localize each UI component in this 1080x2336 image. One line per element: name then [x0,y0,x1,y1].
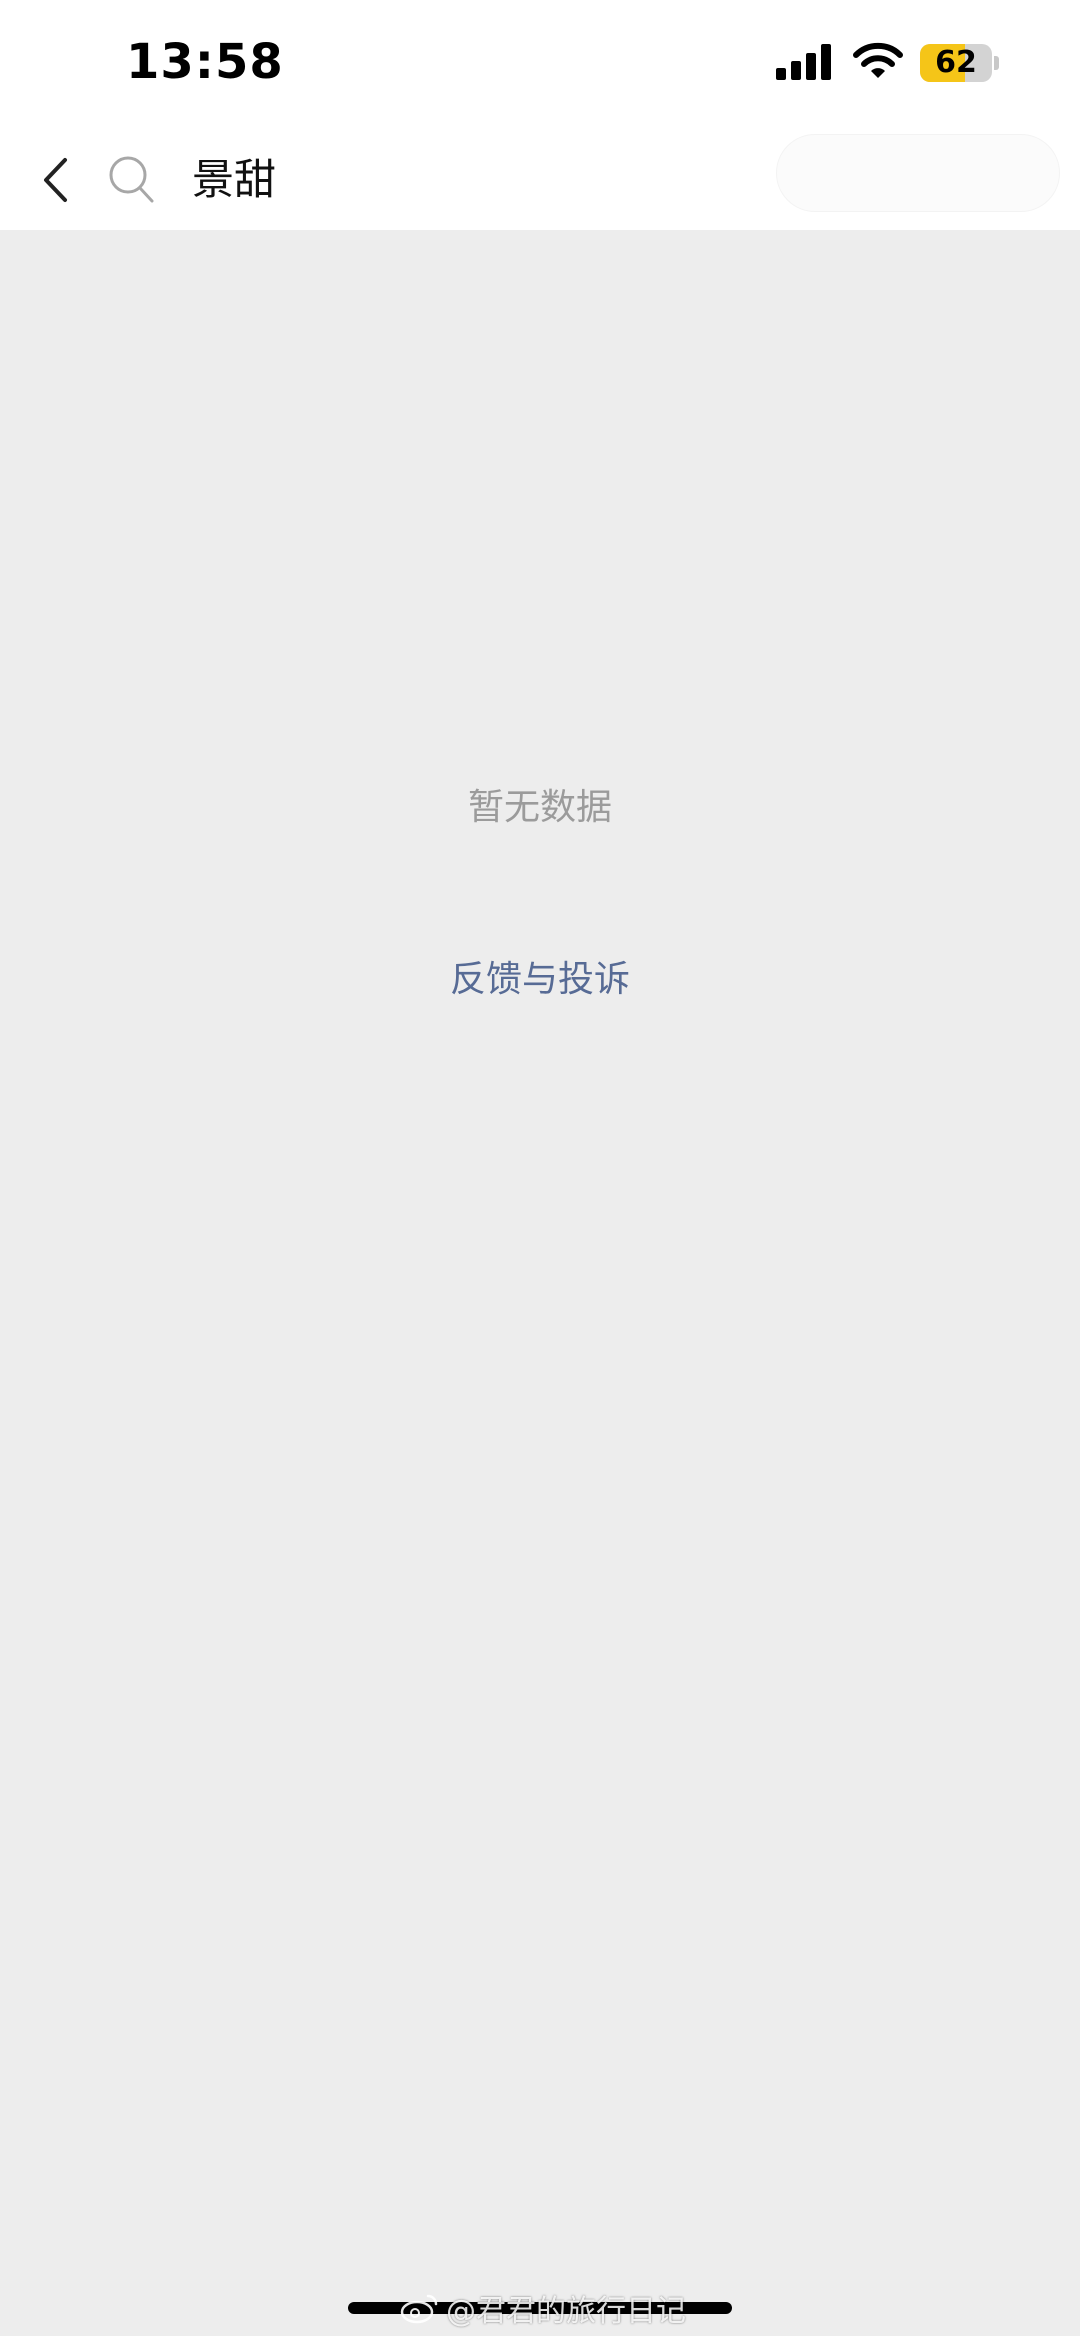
chevron-left-icon [44,158,67,202]
screen: 13:58 62 景甜 暂无数据 反馈与投诉 @君君的旅行日记 [0,0,1080,2336]
feedback-link-row: 反馈与投诉 [0,950,1080,1002]
search-nav-bar: 景甜 [0,130,1080,230]
battery-level: 62 [935,45,977,80]
status-time: 13:58 [126,34,284,90]
search-icon [109,156,154,203]
battery-nub [994,56,999,70]
empty-state-message: 暂无数据 [467,787,612,828]
back-button[interactable] [30,148,80,212]
feedback-complaint-link[interactable]: 反馈与投诉 [450,959,630,1000]
status-bar: 13:58 62 [0,0,1080,130]
watermark: @君君的旅行日记 [400,2286,686,2330]
search-input[interactable]: 景甜 [192,150,276,210]
weibo-icon [400,2294,438,2324]
watermark-text: @君君的旅行日记 [446,2294,686,2329]
signal-icon [776,44,831,80]
battery-icon: 62 [920,44,992,82]
wifi-icon [853,42,903,78]
mini-program-capsule[interactable] [776,134,1060,212]
